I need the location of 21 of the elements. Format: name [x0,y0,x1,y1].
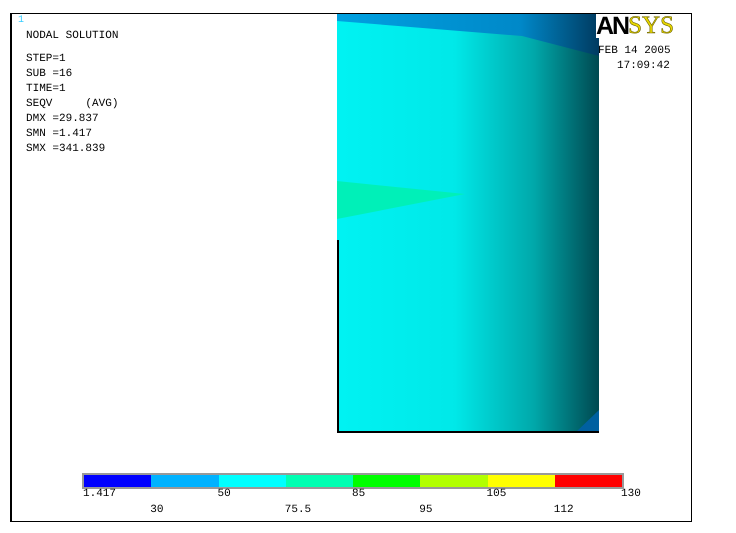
info-line: DMX =29.837 [26,112,100,127]
legend-label: 75.5 [284,504,312,516]
info-line: SMN =1.417 [26,127,94,142]
legend-label: 105 [486,488,506,500]
info-line: SMX =341.839 [26,142,106,157]
legend-label: 1.417 [83,488,116,500]
legend-label: 30 [150,504,164,516]
info-line: TIME=1 [26,82,67,97]
window-number: 1 [18,15,24,26]
info-line: NODAL SOLUTION [26,29,118,44]
legend-label: 112 [554,504,574,516]
legend-label: 50 [218,488,231,500]
info-line: SEQV (AVG) [26,97,118,112]
date-text: FEB 14 2005 [598,45,671,57]
contour-region [575,410,599,433]
legend-label: 85 [352,488,366,500]
info-line: SUB =16 [26,67,74,82]
info-line: STEP=1 [26,52,67,67]
legend-label: 130 [621,488,641,500]
legend-label: 95 [419,504,432,516]
time-text: 17:09:42 [617,60,670,72]
